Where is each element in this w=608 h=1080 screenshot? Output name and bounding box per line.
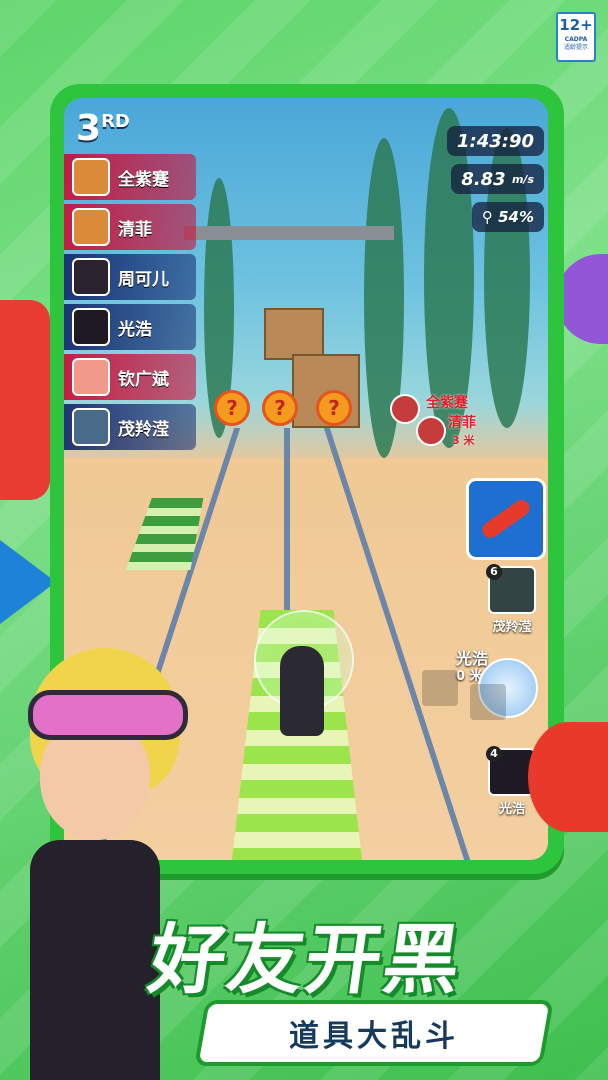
age-rating-badge: 12+ CADPA 适龄提示 bbox=[556, 12, 596, 62]
player-character bbox=[280, 646, 324, 736]
player-name: 钦广斌 bbox=[118, 369, 169, 390]
mystery-box-icon: ? bbox=[316, 390, 352, 426]
race-position-suffix: RD bbox=[101, 111, 130, 132]
avatar bbox=[72, 308, 110, 346]
wooden-crate bbox=[264, 308, 324, 360]
nearby-player-card: 6 茂羚滢 bbox=[480, 564, 544, 635]
player-row: 茂羚滢 bbox=[64, 404, 196, 450]
control-button[interactable] bbox=[470, 684, 506, 720]
nearby-player-rank: 6 bbox=[486, 564, 502, 580]
character-goggles bbox=[28, 690, 188, 740]
mystery-box-icon: ? bbox=[214, 390, 250, 426]
hoverboard-icon bbox=[479, 496, 533, 542]
player-row: 钦广斌 bbox=[64, 354, 196, 400]
race-position-number: 3 bbox=[76, 108, 102, 149]
race-timer: 1:43:90 bbox=[446, 126, 544, 156]
player-ranking-list: 全紫蹇 清菲 周可儿 光浩 钦广斌 茂羚滢 bbox=[64, 154, 196, 454]
avatar bbox=[72, 208, 110, 246]
avatar bbox=[72, 158, 110, 196]
promo-subheadline: 道具大乱斗 bbox=[289, 1019, 459, 1054]
decorative-rocket-icon bbox=[528, 722, 608, 832]
nearby-player-name: 茂羚滢 bbox=[492, 620, 532, 635]
age-rating-org: CADPA bbox=[564, 36, 588, 43]
player-name: 周可儿 bbox=[118, 269, 169, 290]
age-rating-label: 适龄提示 bbox=[563, 44, 588, 51]
rival-name-tag: 全紫蹇 bbox=[426, 395, 468, 411]
race-position: 3RD bbox=[76, 108, 130, 149]
speed-unit: m/s bbox=[511, 172, 534, 186]
character-body bbox=[30, 840, 160, 1080]
use-item-button[interactable] bbox=[466, 478, 546, 560]
promo-headline: 好友开黑 bbox=[143, 915, 469, 1004]
player-name: 清菲 bbox=[118, 219, 152, 240]
player-row: 清菲 bbox=[64, 204, 196, 250]
crane-structure bbox=[184, 226, 394, 240]
control-button[interactable] bbox=[422, 670, 458, 706]
player-row: 全紫蹇 bbox=[64, 154, 196, 200]
rival-distance: 3 米 bbox=[452, 434, 475, 447]
rival-avatar bbox=[390, 394, 420, 424]
player-row: 周可儿 bbox=[64, 254, 196, 300]
avatar bbox=[72, 258, 110, 296]
avatar bbox=[72, 408, 110, 446]
player-name: 光浩 bbox=[118, 319, 152, 340]
decorative-red-board bbox=[0, 300, 50, 500]
promo-subheadline-box: 道具大乱斗 bbox=[194, 1000, 554, 1066]
age-rating: 12+ bbox=[559, 16, 593, 34]
player-name: 茂羚滢 bbox=[118, 419, 169, 440]
rival-avatar bbox=[416, 416, 446, 446]
player-name: 全紫蹇 bbox=[118, 169, 169, 190]
mystery-box-icon: ? bbox=[262, 390, 298, 426]
nearby-player-rank: 4 bbox=[486, 746, 502, 762]
avatar bbox=[72, 358, 110, 396]
progress-readout: ⚲ 54% bbox=[471, 202, 544, 232]
avatar: 6 bbox=[486, 564, 536, 614]
location-pin-icon: ⚲ bbox=[481, 208, 493, 226]
progress-value: 54% bbox=[498, 208, 534, 226]
speed-readout: 8.83 m/s bbox=[451, 164, 544, 194]
speed-value: 8.83 bbox=[461, 168, 506, 190]
player-row: 光浩 bbox=[64, 304, 196, 350]
rival-name-tag: 清菲 bbox=[448, 415, 476, 431]
